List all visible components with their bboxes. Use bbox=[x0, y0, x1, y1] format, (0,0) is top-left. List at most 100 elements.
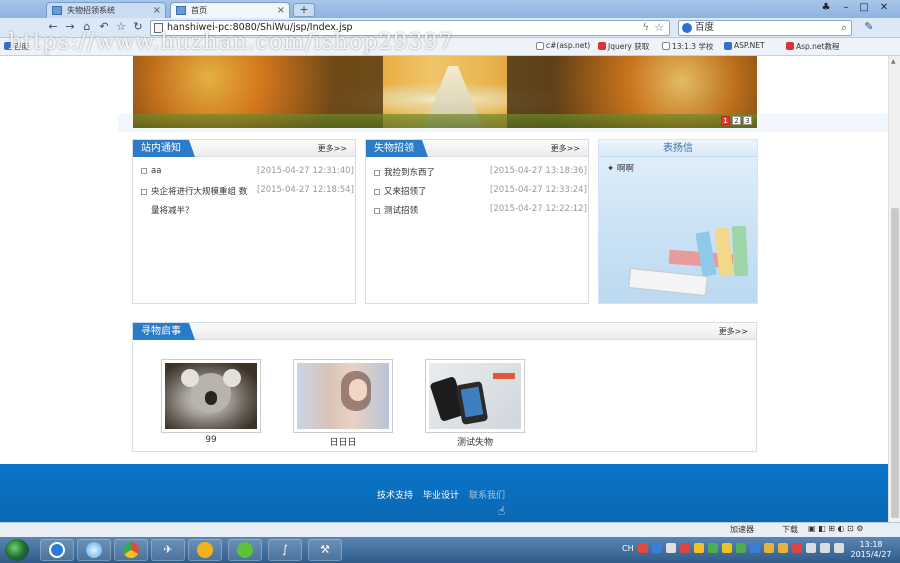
more-link[interactable]: 更多>> bbox=[551, 143, 580, 154]
footer-link-support[interactable]: 技术支持 bbox=[377, 488, 413, 501]
phone-photo bbox=[429, 363, 521, 429]
browser-icon[interactable] bbox=[77, 539, 111, 561]
address-bar[interactable]: hanshiwei-pc:8080/ShiWu/jsp/Index.jsp ϟ … bbox=[150, 20, 670, 36]
tool-icon[interactable]: ⚒ bbox=[308, 539, 342, 561]
tray-icon[interactable] bbox=[652, 543, 662, 553]
tray-icon[interactable] bbox=[750, 543, 760, 553]
tray-icon[interactable] bbox=[694, 543, 704, 553]
list-item[interactable]: ✦ 啊啊 bbox=[607, 162, 634, 174]
thumbnail-caption[interactable]: 99 bbox=[161, 435, 261, 445]
browser-statusbar: 加速器 下载 ▣ ◧ ⊞ ◐ ⊡ ⚙ bbox=[0, 522, 900, 537]
clock-time: 13:18 bbox=[859, 540, 883, 549]
clock-date: 2015/4/27 bbox=[850, 550, 892, 559]
tray-icon[interactable] bbox=[638, 543, 648, 553]
tray-icon[interactable] bbox=[778, 543, 788, 553]
bookmark-item[interactable]: 13:1.3 学校 bbox=[662, 41, 713, 52]
forward-icon[interactable]: → bbox=[63, 20, 77, 34]
list-item[interactable]: 又来招领了 bbox=[374, 185, 427, 197]
tray-icon[interactable] bbox=[722, 543, 732, 553]
maximize-button[interactable]: □ bbox=[856, 1, 872, 15]
search-icon[interactable]: ⌕ bbox=[841, 21, 847, 35]
accelerator-label[interactable]: 加速器 bbox=[730, 524, 754, 535]
page-icon bbox=[176, 6, 186, 15]
close-icon[interactable]: × bbox=[277, 3, 285, 18]
bookmark-item[interactable]: Jquery 获取 bbox=[598, 41, 649, 52]
kugou-icon[interactable] bbox=[40, 539, 74, 561]
list-item[interactable]: aa bbox=[141, 166, 161, 176]
banner-page-3[interactable]: 3 bbox=[743, 116, 752, 125]
user-icon[interactable]: ♣ bbox=[818, 1, 834, 15]
banner-page-2[interactable]: 2 bbox=[732, 116, 741, 125]
tray-icon[interactable] bbox=[806, 543, 816, 553]
lost-item-thumbnail[interactable] bbox=[293, 359, 393, 433]
vertical-scrollbar[interactable]: ▲ bbox=[888, 56, 900, 522]
network-icon[interactable] bbox=[820, 543, 830, 553]
bookmark-item[interactable]: ASP.NET bbox=[724, 41, 765, 50]
tray-icon[interactable] bbox=[666, 543, 676, 553]
language-indicator[interactable]: CH bbox=[622, 544, 634, 562]
bookmark-item[interactable]: 百度 bbox=[4, 41, 29, 52]
tab-home[interactable]: 首页 × bbox=[170, 2, 290, 18]
tray-icon[interactable] bbox=[764, 543, 774, 553]
bookmark-star-icon[interactable]: ☆ bbox=[654, 21, 664, 35]
banner-page-1[interactable]: 1 bbox=[721, 116, 730, 125]
tools-icon[interactable]: ✎ bbox=[862, 20, 876, 34]
bird-icon[interactable]: ✈ bbox=[151, 539, 185, 561]
minimize-button[interactable]: – bbox=[838, 1, 854, 15]
bookmark-icon bbox=[786, 42, 794, 50]
more-link[interactable]: 更多>> bbox=[318, 143, 347, 154]
footer-link-graduation[interactable]: 毕业设计 bbox=[423, 488, 459, 501]
koala-photo bbox=[165, 363, 257, 429]
home-icon[interactable]: ⌂ bbox=[80, 20, 94, 34]
chrome-icon[interactable] bbox=[114, 539, 148, 561]
download-label[interactable]: 下载 bbox=[782, 524, 798, 535]
close-icon[interactable]: × bbox=[153, 3, 161, 18]
green-app-icon[interactable] bbox=[228, 539, 262, 561]
notices-panel: 站内通知 更多>> aa [2015-04-27 12:31:40] 央企将进行… bbox=[132, 139, 356, 304]
bookmark-icon bbox=[724, 42, 732, 50]
thumbnail-caption[interactable]: 测试失物 bbox=[425, 435, 525, 448]
thumbnail-caption[interactable]: 日日日 bbox=[293, 435, 393, 448]
lightning-icon[interactable]: ϟ bbox=[642, 21, 649, 35]
list-item[interactable]: 我捡到东西了 bbox=[374, 166, 435, 178]
tray-icon[interactable] bbox=[736, 543, 746, 553]
bookmark-item[interactable]: Asp.net教程 bbox=[786, 41, 840, 52]
bookmark-item[interactable]: c#(asp.net) bbox=[536, 41, 590, 50]
more-link[interactable]: 更多>> bbox=[719, 326, 748, 337]
start-button[interactable] bbox=[5, 539, 29, 561]
bookmarks-bar: 百度 c#(asp.net) Jquery 获取 13:1.3 学校 ASP.N… bbox=[0, 38, 900, 56]
new-tab-button[interactable]: + bbox=[293, 3, 315, 17]
list-item-continued[interactable]: 量将减半？ bbox=[151, 204, 194, 216]
ssh-icon[interactable]: ∫ bbox=[268, 539, 302, 561]
reload-icon[interactable]: ↻ bbox=[131, 20, 145, 34]
scrollbar-thumb[interactable] bbox=[891, 208, 899, 518]
windows-taskbar: ✈ ∫ ⚒ CH 13:18 2015/4/27 bbox=[0, 537, 900, 563]
bookmark-icon bbox=[536, 42, 544, 50]
bullet-icon bbox=[374, 207, 380, 214]
undo-icon[interactable]: ↶ bbox=[97, 20, 111, 34]
app-icon[interactable] bbox=[188, 539, 222, 561]
banner-image: 1 2 3 bbox=[133, 56, 757, 128]
page-icon bbox=[154, 23, 163, 33]
list-item[interactable]: 央企将进行大规模重组 数 bbox=[141, 185, 247, 197]
search-input[interactable]: 百度 ⌕ bbox=[678, 20, 852, 36]
lost-item-thumbnail[interactable] bbox=[425, 359, 525, 433]
panel-title: 失物招领 bbox=[366, 140, 428, 157]
scroll-up-icon[interactable]: ▲ bbox=[891, 58, 896, 65]
lost-item-thumbnail[interactable] bbox=[161, 359, 261, 433]
bookmark-icon bbox=[662, 42, 670, 50]
hand-cursor-icon: ☝ bbox=[498, 504, 506, 518]
tray-icon[interactable] bbox=[708, 543, 718, 553]
clock[interactable]: 13:18 2015/4/27 bbox=[848, 540, 894, 560]
list-item[interactable]: 测试招领 bbox=[374, 204, 418, 216]
tab-lost-found-system[interactable]: 失物招领系统 × bbox=[46, 2, 166, 18]
footer-link-contact[interactable]: 联系我们 bbox=[469, 488, 505, 501]
close-window-button[interactable]: ✕ bbox=[876, 1, 892, 15]
tray-icon[interactable] bbox=[680, 543, 690, 553]
url-text: hanshiwei-pc:8080/ShiWu/jsp/Index.jsp bbox=[167, 22, 353, 33]
volume-icon[interactable] bbox=[834, 543, 844, 553]
back-icon[interactable]: ← bbox=[46, 20, 60, 34]
panel-title: 站内通知 bbox=[133, 140, 195, 157]
tray-icon[interactable] bbox=[792, 543, 802, 553]
star-icon[interactable]: ☆ bbox=[114, 20, 128, 34]
